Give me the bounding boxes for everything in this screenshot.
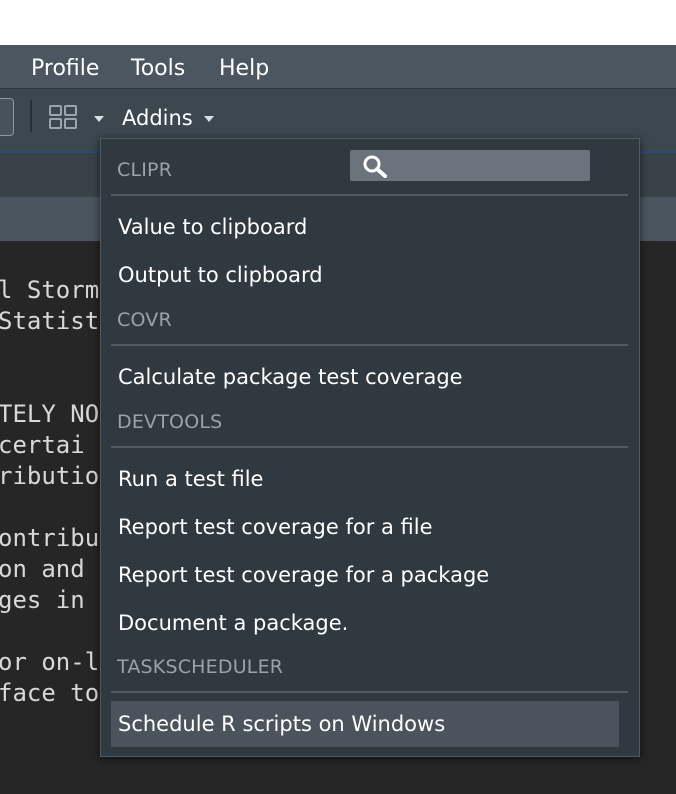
menu-item-document-package[interactable]: Document a package. bbox=[111, 600, 619, 646]
addins-button[interactable]: Addins bbox=[122, 106, 193, 130]
code-line: ontribu bbox=[0, 524, 100, 552]
search-icon bbox=[363, 155, 387, 178]
menu-item-value-to-clipboard[interactable]: Value to clipboard bbox=[111, 204, 619, 250]
grid-layout-icon[interactable] bbox=[49, 105, 77, 129]
section-header-clipr: CLIPR bbox=[117, 159, 173, 181]
code-line: or on-l bbox=[0, 648, 100, 676]
code-line: ges in bbox=[0, 586, 85, 614]
addins-search-input[interactable] bbox=[350, 150, 590, 181]
menu-item-report-coverage-file[interactable]: Report test coverage for a file bbox=[111, 504, 619, 550]
toolbar-input-edge[interactable] bbox=[0, 98, 14, 136]
section-divider bbox=[111, 344, 628, 346]
code-line: face to bbox=[0, 679, 100, 707]
toolbar-separator bbox=[30, 100, 32, 132]
section-divider bbox=[111, 194, 628, 196]
section-header-covr: COVR bbox=[117, 309, 172, 331]
section-header-taskscheduler: TASKSCHEDULER bbox=[117, 656, 284, 678]
grid-caret-down-icon[interactable] bbox=[94, 116, 104, 122]
code-line: certai bbox=[0, 431, 85, 459]
menu-help[interactable]: Help bbox=[219, 56, 269, 81]
code-line: TELY NO bbox=[0, 400, 100, 428]
code-line: l Storm bbox=[0, 276, 100, 304]
code-line: Statist bbox=[0, 307, 100, 335]
menubar: Profile Tools Help bbox=[0, 45, 676, 88]
menu-item-schedule-r-scripts[interactable]: Schedule R scripts on Windows bbox=[111, 701, 619, 747]
menu-item-run-test-file[interactable]: Run a test file bbox=[111, 456, 619, 502]
section-divider bbox=[111, 446, 628, 448]
menu-tools[interactable]: Tools bbox=[131, 56, 185, 81]
section-divider bbox=[111, 691, 628, 693]
addins-dropdown: CLIPR Value to clipboard Output to clipb… bbox=[100, 138, 640, 757]
code-line: ributio bbox=[0, 462, 100, 490]
code-line: on and bbox=[0, 555, 85, 583]
menu-item-calculate-coverage[interactable]: Calculate package test coverage bbox=[111, 354, 619, 400]
menu-item-output-to-clipboard[interactable]: Output to clipboard bbox=[111, 252, 619, 298]
section-header-devtools: DEVTOOLS bbox=[117, 411, 223, 433]
addins-caret-down-icon[interactable] bbox=[204, 116, 214, 122]
menu-profile[interactable]: Profile bbox=[31, 56, 99, 81]
menu-item-report-coverage-package[interactable]: Report test coverage for a package bbox=[111, 552, 619, 598]
